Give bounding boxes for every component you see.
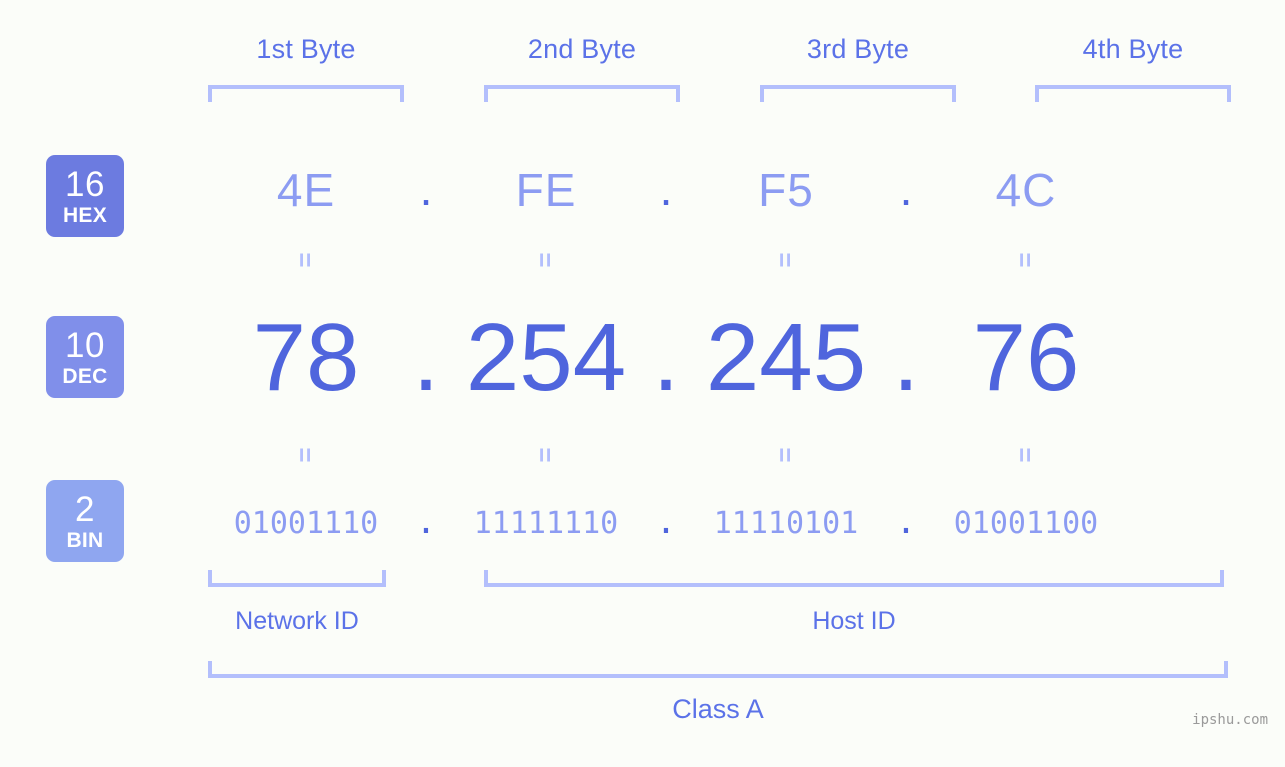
base-badge-dec: 10 DEC — [46, 316, 124, 398]
equals-mark-hexdec-1: = — [208, 248, 404, 275]
byte-bracket-2 — [484, 85, 680, 102]
equals-row-dec-bin: = = = = — [208, 438, 1228, 474]
base-badge-hex-number: 16 — [65, 164, 105, 204]
byte-header-label-2: 2nd Byte — [527, 34, 637, 64]
equals-glyph: = — [531, 251, 561, 270]
equals-glyph: = — [771, 251, 801, 270]
base-badge-dec-name: DEC — [62, 364, 108, 388]
base-badge-bin-number: 2 — [75, 489, 95, 529]
bin-value-row: 01001110 . 11111110 . 11110101 . 0100110… — [208, 495, 1228, 551]
host-id-bracket — [484, 570, 1224, 587]
equals-glyph: = — [531, 446, 561, 465]
dec-separator-3: . — [892, 303, 920, 411]
bin-separator-2: . — [655, 502, 677, 543]
hex-value-row: 4E . FE . F5 . 4C — [208, 150, 1228, 230]
hex-separator-3: . — [899, 163, 913, 216]
host-id-label: Host ID — [812, 607, 896, 635]
hex-separator-2: . — [659, 163, 673, 216]
bin-byte-3: 11110101 — [713, 505, 859, 541]
dec-byte-2: 254 — [465, 304, 627, 412]
network-id-bracket — [208, 570, 386, 587]
class-bracket — [208, 661, 1228, 678]
site-watermark: ipshu.com — [1192, 712, 1268, 728]
bin-separator-1: . — [415, 502, 437, 543]
byte-bracket-3 — [760, 85, 956, 102]
equals-mark-hexdec-3: = — [688, 248, 884, 275]
hex-byte-2: FE — [515, 164, 577, 216]
equals-glyph: = — [1011, 446, 1041, 465]
byte-header-label-1: 1st Byte — [256, 34, 356, 64]
equals-glyph: = — [291, 251, 321, 270]
class-label: Class A — [672, 694, 764, 724]
dec-separator-1: . — [412, 303, 440, 411]
hex-separator-1: . — [419, 163, 433, 216]
dec-byte-4: 76 — [972, 304, 1080, 412]
equals-mark-decbin-3: = — [688, 443, 884, 470]
byte-header-label-3: 3rd Byte — [806, 34, 910, 64]
equals-row-hex-dec: = = = = — [208, 243, 1228, 279]
bin-byte-4: 01001100 — [953, 505, 1099, 541]
hex-byte-3: F5 — [758, 164, 814, 216]
bin-byte-2: 11111110 — [473, 505, 619, 541]
dec-byte-1: 78 — [252, 304, 360, 412]
base-badge-hex-name: HEX — [62, 203, 108, 227]
network-id-label: Network ID — [235, 607, 359, 635]
dec-value-row: 78 . 254 . 245 . 76 — [208, 300, 1228, 416]
base-badge-dec-number: 10 — [65, 325, 105, 365]
byte-header-label-4: 4th Byte — [1082, 34, 1184, 64]
equals-mark-decbin-1: = — [208, 443, 404, 470]
equals-mark-hexdec-4: = — [928, 248, 1124, 275]
hex-byte-4: 4C — [995, 164, 1057, 216]
hex-byte-1: 4E — [276, 164, 336, 216]
ip-address-breakdown-diagram: 1st Byte 2nd Byte 3rd Byte 4th Byte 16 H… — [0, 0, 1285, 767]
byte-bracket-4 — [1035, 85, 1231, 102]
equals-glyph: = — [291, 446, 321, 465]
base-badge-bin-name: BIN — [66, 528, 104, 552]
equals-mark-decbin-4: = — [928, 443, 1124, 470]
bin-separator-3: . — [895, 502, 917, 543]
dec-separator-2: . — [652, 303, 680, 411]
byte-bracket-1 — [208, 85, 404, 102]
equals-glyph: = — [1011, 251, 1041, 270]
equals-glyph: = — [771, 446, 801, 465]
equals-mark-decbin-2: = — [448, 443, 644, 470]
bin-byte-1: 01001110 — [233, 505, 379, 541]
equals-mark-hexdec-2: = — [448, 248, 644, 275]
base-badge-hex: 16 HEX — [46, 155, 124, 237]
base-badge-bin: 2 BIN — [46, 480, 124, 562]
dec-byte-3: 245 — [705, 304, 867, 412]
